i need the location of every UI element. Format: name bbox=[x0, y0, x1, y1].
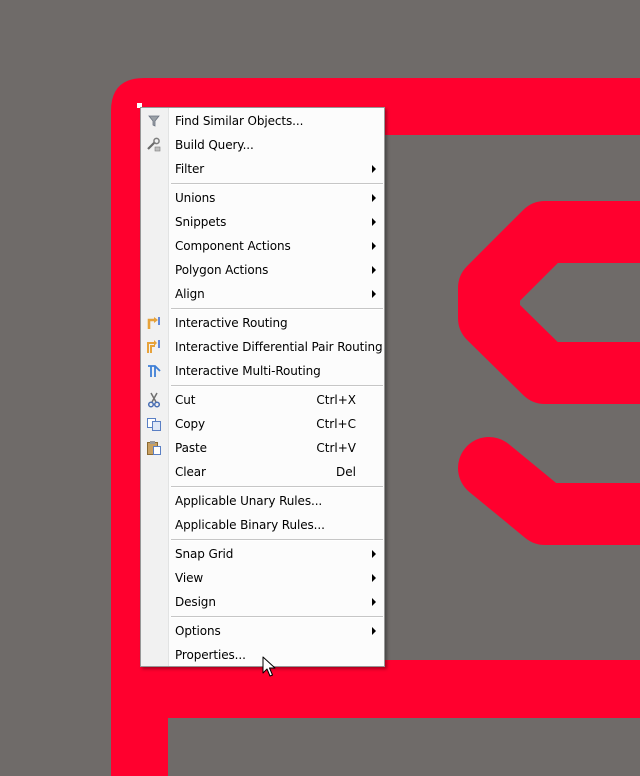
paste-icon bbox=[147, 441, 161, 455]
menu-separator bbox=[171, 183, 383, 185]
menu-item-label: Cut bbox=[175, 393, 196, 407]
menu-item-interactive-routing[interactable]: Interactive Routing bbox=[141, 311, 384, 335]
submenu-arrow-icon bbox=[372, 574, 376, 582]
menu-item-label: Paste bbox=[175, 441, 207, 455]
menu-item-applicable-binary-rules[interactable]: Applicable Binary Rules... bbox=[141, 513, 384, 537]
menu-item-options[interactable]: Options bbox=[141, 619, 384, 643]
menu-separator bbox=[171, 539, 383, 541]
submenu-arrow-icon bbox=[372, 550, 376, 558]
submenu-arrow-icon bbox=[372, 598, 376, 606]
diff-pair-routing-icon bbox=[147, 340, 160, 353]
menu-item-label: Component Actions bbox=[175, 239, 291, 253]
menu-item-clear[interactable]: Clear Del bbox=[141, 460, 384, 484]
menu-item-label: Interactive Differential Pair Routing bbox=[175, 340, 383, 354]
copy-icon bbox=[147, 418, 161, 431]
menu-item-label: Clear bbox=[175, 465, 206, 479]
menu-item-copy[interactable]: Copy Ctrl+C bbox=[141, 412, 384, 436]
submenu-arrow-icon bbox=[372, 218, 376, 226]
menu-item-align[interactable]: Align bbox=[141, 282, 384, 306]
menu-item-interactive-multi-routing[interactable]: Interactive Multi-Routing bbox=[141, 359, 384, 383]
menu-item-label: Properties... bbox=[175, 648, 246, 662]
menu-item-shortcut: Ctrl+V bbox=[316, 441, 356, 455]
query-builder-icon bbox=[147, 137, 161, 152]
menu-item-interactive-differential-pair-routing[interactable]: Interactive Differential Pair Routing bbox=[141, 335, 384, 359]
menu-item-unions[interactable]: Unions bbox=[141, 186, 384, 210]
menu-item-label: Unions bbox=[175, 191, 216, 205]
menu-item-label: Copy bbox=[175, 417, 206, 431]
menu-separator bbox=[171, 616, 383, 618]
menu-item-snap-grid[interactable]: Snap Grid bbox=[141, 542, 384, 566]
menu-item-label: Interactive Routing bbox=[175, 316, 288, 330]
menu-item-label: Build Query... bbox=[175, 138, 254, 152]
menu-item-shortcut: Ctrl+X bbox=[316, 393, 356, 407]
menu-item-component-actions[interactable]: Component Actions bbox=[141, 234, 384, 258]
menu-item-label: Design bbox=[175, 595, 216, 609]
menu-item-design[interactable]: Design bbox=[141, 590, 384, 614]
menu-item-label: Options bbox=[175, 624, 221, 638]
menu-separator bbox=[171, 385, 383, 387]
menu-item-label: Snap Grid bbox=[175, 547, 234, 561]
menu-item-label: Applicable Binary Rules... bbox=[175, 518, 325, 532]
menu-item-label: Polygon Actions bbox=[175, 263, 269, 277]
menu-item-find-similar-objects[interactable]: Find Similar Objects... bbox=[141, 109, 384, 133]
submenu-arrow-icon bbox=[372, 290, 376, 298]
submenu-arrow-icon bbox=[372, 627, 376, 635]
multi-routing-icon bbox=[148, 365, 161, 377]
context-menu: Find Similar Objects... Build Query... F… bbox=[140, 107, 385, 667]
menu-item-label: Find Similar Objects... bbox=[175, 114, 304, 128]
funnel-icon bbox=[148, 115, 160, 127]
mouse-cursor-icon bbox=[262, 656, 276, 677]
menu-item-shortcut: Del bbox=[336, 465, 356, 479]
menu-item-label: View bbox=[175, 571, 204, 585]
menu-item-cut[interactable]: Cut Ctrl+X bbox=[141, 388, 384, 412]
submenu-arrow-icon bbox=[372, 266, 376, 274]
menu-item-filter[interactable]: Filter bbox=[141, 157, 384, 181]
menu-item-view[interactable]: View bbox=[141, 566, 384, 590]
menu-item-shortcut: Ctrl+C bbox=[316, 417, 356, 431]
menu-item-label: Interactive Multi-Routing bbox=[175, 364, 321, 378]
scissors-icon bbox=[147, 392, 161, 408]
menu-item-snippets[interactable]: Snippets bbox=[141, 210, 384, 234]
menu-separator bbox=[171, 308, 383, 310]
menu-item-label: Snippets bbox=[175, 215, 227, 229]
menu-item-paste[interactable]: Paste Ctrl+V bbox=[141, 436, 384, 460]
submenu-arrow-icon bbox=[372, 194, 376, 202]
submenu-arrow-icon bbox=[372, 242, 376, 250]
menu-item-label: Align bbox=[175, 287, 205, 301]
menu-item-build-query[interactable]: Build Query... bbox=[141, 133, 384, 157]
interactive-routing-icon bbox=[147, 317, 160, 329]
menu-item-polygon-actions[interactable]: Polygon Actions bbox=[141, 258, 384, 282]
menu-separator bbox=[171, 486, 383, 488]
submenu-arrow-icon bbox=[372, 165, 376, 173]
menu-item-label: Applicable Unary Rules... bbox=[175, 494, 323, 508]
menu-item-label: Filter bbox=[175, 162, 205, 176]
menu-item-applicable-unary-rules[interactable]: Applicable Unary Rules... bbox=[141, 489, 384, 513]
